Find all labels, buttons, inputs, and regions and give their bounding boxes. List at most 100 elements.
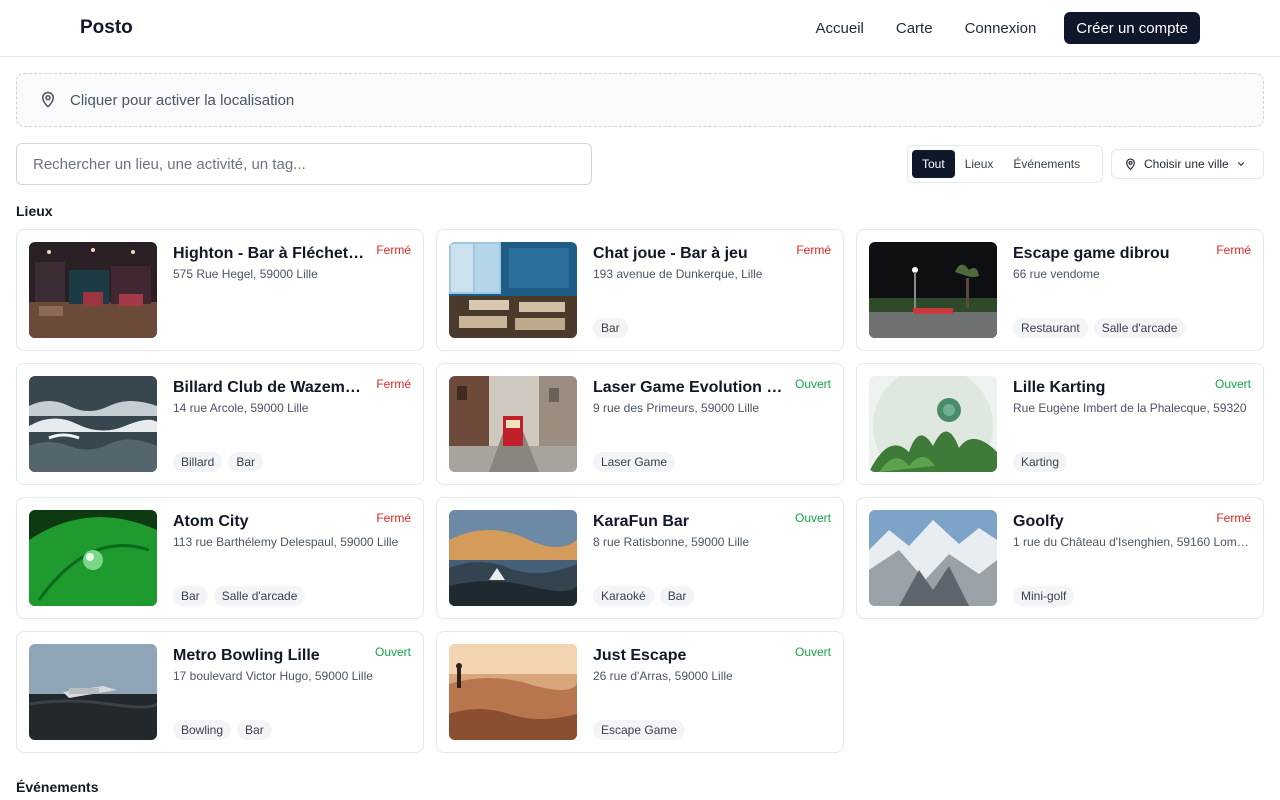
place-thumbnail bbox=[29, 242, 157, 338]
search-input[interactable] bbox=[16, 143, 592, 185]
place-card[interactable]: Atom City Fermé 113 rue Barthélemy Deles… bbox=[16, 497, 424, 619]
type-filter: Tout Lieux Événements bbox=[907, 145, 1103, 183]
place-card[interactable]: Just Escape Ouvert 26 rue d'Arras, 59000… bbox=[436, 631, 844, 753]
chevron-down-icon bbox=[1237, 162, 1244, 166]
place-tag: Bowling bbox=[173, 720, 232, 740]
place-thumbnail bbox=[29, 376, 157, 472]
location-activation-banner[interactable]: Cliquer pour activer la localisation bbox=[16, 73, 1264, 127]
place-status-badge: Ouvert bbox=[794, 377, 831, 391]
main-nav: Accueil Carte Connexion Créer un compte bbox=[816, 12, 1200, 44]
place-tag: Bar bbox=[237, 720, 272, 740]
place-thumbnail bbox=[869, 376, 997, 472]
place-tag: Restaurant bbox=[1013, 318, 1088, 338]
place-thumbnail bbox=[449, 242, 577, 338]
place-tag: Bar bbox=[659, 586, 695, 606]
place-tag: Karting bbox=[1013, 452, 1068, 472]
place-name: Highton - Bar à Fléchettes bbox=[173, 245, 367, 262]
place-tag: Billard bbox=[173, 452, 223, 472]
map-pin-icon bbox=[1126, 157, 1135, 170]
place-tag: Karaoké bbox=[593, 586, 654, 606]
place-name: Chat joue - Bar à jeu bbox=[593, 245, 748, 262]
place-tags: Restaurant Salle d'arcade bbox=[1013, 318, 1191, 338]
place-thumbnail bbox=[449, 510, 577, 606]
place-thumbnail bbox=[29, 510, 157, 606]
section-title-events: Événements bbox=[16, 779, 99, 795]
place-tag: Salle d'arcade bbox=[213, 586, 306, 606]
place-name: Goolfy bbox=[1013, 513, 1064, 530]
place-name: Metro Bowling Lille bbox=[173, 647, 320, 664]
place-card[interactable]: KaraFun Bar Ouvert 8 rue Ratisbonne, 590… bbox=[436, 497, 844, 619]
place-card[interactable]: Laser Game Evolution Lille Ouvert 9 rue … bbox=[436, 363, 844, 485]
section-title-places: Lieux bbox=[16, 203, 53, 219]
place-card[interactable]: Lille Karting Ouvert Rue Eugène Imbert d… bbox=[856, 363, 1264, 485]
place-tag: Laser Game bbox=[593, 452, 676, 472]
place-status-badge: Fermé bbox=[1216, 511, 1251, 525]
place-tags: Escape Game bbox=[593, 720, 691, 740]
place-name: Atom City bbox=[173, 513, 249, 530]
place-tags: Bowling Bar bbox=[173, 720, 278, 740]
place-address: Rue Eugène Imbert de la Phalecque, 59320 bbox=[1013, 401, 1247, 415]
place-status-badge: Fermé bbox=[1216, 243, 1251, 257]
place-status-badge: Ouvert bbox=[374, 645, 411, 659]
place-status-badge: Fermé bbox=[376, 511, 411, 525]
place-address: 17 boulevard Victor Hugo, 59000 Lille bbox=[173, 669, 373, 683]
place-status-badge: Fermé bbox=[796, 243, 831, 257]
filter-tab-lieux[interactable]: Lieux bbox=[955, 150, 1004, 178]
filter-tab-evenements[interactable]: Événements bbox=[1003, 150, 1090, 178]
place-tags: Bar Salle d'arcade bbox=[173, 586, 311, 606]
place-address: 8 rue Ratisbonne, 59000 Lille bbox=[593, 535, 750, 549]
place-status-badge: Fermé bbox=[376, 243, 411, 257]
place-name: Lille Karting bbox=[1013, 379, 1106, 396]
place-tags: Bar bbox=[593, 318, 634, 338]
place-address: 66 rue vendome bbox=[1013, 267, 1100, 281]
place-status-badge: Ouvert bbox=[1214, 377, 1251, 391]
place-address: 14 rue Arcole, 59000 Lille bbox=[173, 401, 309, 415]
place-address: 9 rue des Primeurs, 59000 Lille bbox=[593, 401, 760, 415]
place-tag: Bar bbox=[228, 452, 264, 472]
place-thumbnail bbox=[449, 376, 577, 472]
place-name: KaraFun Bar bbox=[593, 513, 690, 530]
signup-button[interactable]: Créer un compte bbox=[1064, 12, 1200, 44]
nav-link-accueil[interactable]: Accueil bbox=[816, 20, 864, 37]
place-address: 575 Rue Hegel, 59000 Lille bbox=[173, 267, 318, 281]
nav-link-carte[interactable]: Carte bbox=[896, 20, 933, 37]
place-tags: Laser Game bbox=[593, 452, 681, 472]
top-header: Posto Accueil Carte Connexion Créer un c… bbox=[0, 0, 1280, 57]
place-thumbnail bbox=[29, 644, 157, 740]
place-tags: Karaoké Bar bbox=[593, 586, 700, 606]
place-status-badge: Ouvert bbox=[794, 645, 831, 659]
place-card[interactable]: Highton - Bar à Fléchettes Fermé 575 Rue… bbox=[16, 229, 424, 351]
place-tag: Escape Game bbox=[593, 720, 686, 740]
place-address: 113 rue Barthélemy Delespaul, 59000 Lill… bbox=[173, 535, 399, 549]
place-card[interactable]: Goolfy Fermé 1 rue du Château d'Isenghie… bbox=[856, 497, 1264, 619]
place-name: Just Escape bbox=[593, 647, 687, 664]
place-thumbnail bbox=[449, 644, 577, 740]
place-tag: Salle d'arcade bbox=[1093, 318, 1186, 338]
map-pin-icon bbox=[42, 91, 54, 108]
place-card[interactable]: Metro Bowling Lille Ouvert 17 boulevard … bbox=[16, 631, 424, 753]
place-status-badge: Fermé bbox=[376, 377, 411, 391]
place-status-badge: Ouvert bbox=[794, 511, 831, 525]
place-address: 193 avenue de Dunkerque, Lille bbox=[593, 267, 763, 281]
location-banner-text: Cliquer pour activer la localisation bbox=[70, 91, 295, 109]
place-tags: Karting bbox=[1013, 452, 1073, 472]
city-select-label: Choisir une ville bbox=[1144, 157, 1229, 171]
place-thumbnail bbox=[869, 242, 997, 338]
place-tag: Bar bbox=[173, 586, 208, 606]
place-tags: Billard Bar bbox=[173, 452, 269, 472]
place-address: 1 rue du Château d'Isenghien, 59160 Lomm… bbox=[1013, 535, 1249, 549]
place-card[interactable]: Chat joue - Bar à jeu Fermé 193 avenue d… bbox=[436, 229, 844, 351]
city-select[interactable]: Choisir une ville bbox=[1111, 149, 1264, 179]
place-name: Laser Game Evolution Lille bbox=[593, 379, 787, 396]
place-address: 26 rue d'Arras, 59000 Lille bbox=[593, 669, 733, 683]
place-tags: Mini-golf bbox=[1013, 586, 1080, 606]
place-tag: Bar bbox=[593, 318, 628, 338]
brand-logo[interactable]: Posto bbox=[80, 17, 133, 39]
place-card[interactable]: Billard Club de Wazemmes Fermé 14 rue Ar… bbox=[16, 363, 424, 485]
filter-tab-tout[interactable]: Tout bbox=[912, 150, 955, 178]
place-name: Escape game dibrou bbox=[1013, 245, 1170, 262]
place-card[interactable]: Escape game dibrou Fermé 66 rue vendome … bbox=[856, 229, 1264, 351]
place-tag: Mini-golf bbox=[1013, 586, 1075, 606]
nav-link-connexion[interactable]: Connexion bbox=[965, 20, 1037, 37]
place-thumbnail bbox=[869, 510, 997, 606]
